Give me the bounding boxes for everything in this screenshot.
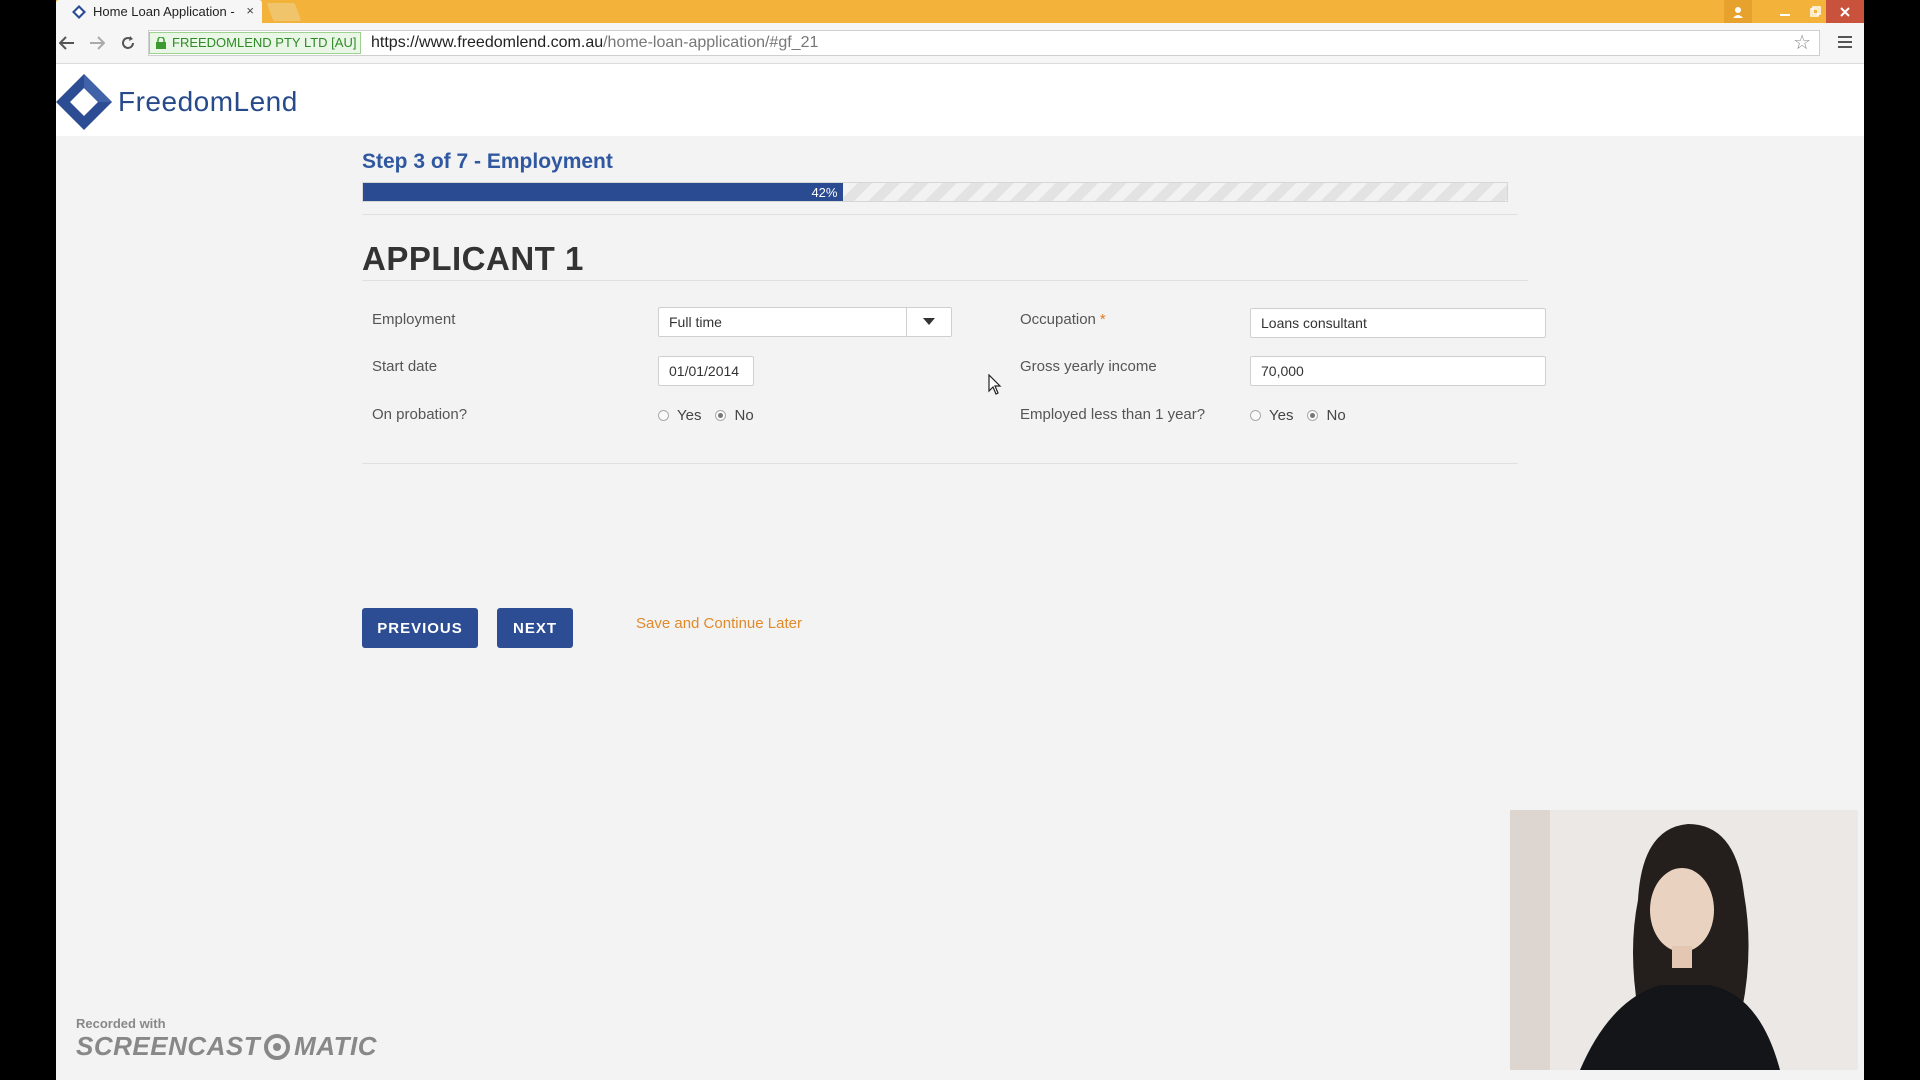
user-icon[interactable] [1724,0,1752,23]
watermark-line2: SCREENCAST MATIC [76,1031,377,1062]
new-tab-button[interactable] [266,3,302,21]
url-path: /home-loan-application/#gf_21 [603,34,819,51]
occupation-input[interactable]: Loans consultant [1250,308,1546,338]
save-continue-later-link[interactable]: Save and Continue Later [636,615,802,632]
progress-percent: 42% [811,185,838,200]
ev-certificate-badge[interactable]: FREEDOMLEND PTY LTD [AU] [149,32,362,54]
probation-no-label[interactable]: No [734,407,753,424]
occupation-label-text: Occupation [1020,311,1096,328]
less-than-year-yes-label[interactable]: Yes [1269,407,1293,424]
freedomlend-logo-icon[interactable] [56,72,116,132]
required-marker: * [1099,311,1106,328]
divider [362,214,1518,215]
close-window-icon[interactable] [1826,0,1864,23]
progress-fill: 42% [363,183,844,201]
start-date-label: Start date [372,358,438,375]
hamburger-menu-icon[interactable] [1838,32,1858,54]
gross-income-input[interactable]: 70,000 [1250,356,1546,386]
freedomlend-favicon-icon [72,4,86,19]
screencast-o-matic-watermark: Recorded with SCREENCAST MATIC [76,1016,377,1062]
progress-bar: 42% [362,182,1508,202]
address-bar[interactable]: FREEDOMLEND PTY LTD [AU] https://www.fre… [148,30,1820,56]
bookmark-star-icon[interactable]: ☆ [1793,31,1811,55]
start-date-input[interactable]: 01/01/2014 [658,356,754,386]
tab-close-icon[interactable]: × [246,3,254,18]
less-than-year-yes-radio[interactable] [1250,410,1261,421]
employment-select[interactable]: Full time [658,307,952,337]
url-text[interactable]: https://www.freedomlend.com.au/home-loan… [371,34,818,52]
forward-arrow-icon[interactable] [86,32,108,54]
watermark-screencast: SCREENCAST [76,1031,261,1061]
lock-icon [156,37,166,49]
mouse-cursor-icon [988,374,1002,395]
site-header: FreedomLend [56,64,1864,136]
probation-yes-label[interactable]: Yes [677,407,701,424]
employment-label: Employment [372,311,456,328]
less-than-year-no-label[interactable]: No [1326,407,1345,424]
probation-label: On probation? [372,406,468,423]
presenter-image [1510,810,1858,1070]
back-arrow-icon[interactable] [56,32,78,54]
url-host: https://www.freedomlend.com.au [371,34,604,51]
chevron-down-icon[interactable] [906,308,951,336]
probation-no-radio[interactable] [715,410,727,421]
watermark-line1: Recorded with [76,1016,166,1031]
employed-less-than-year-label: Employed less than 1 year? [1020,406,1206,423]
browser-tab[interactable]: Home Loan Application - × [56,0,262,23]
gross-income-label: Gross yearly income [1020,358,1157,375]
record-circle-icon [264,1033,291,1060]
title-bar: Home Loan Application - × [56,0,1864,23]
next-button[interactable]: NEXT [497,608,573,648]
probation-yes-radio[interactable] [658,410,669,421]
reload-icon[interactable] [117,32,139,54]
tab-title: Home Loan Application - [93,4,235,19]
webcam-overlay [1510,810,1858,1070]
browser-toolbar: FREEDOMLEND PTY LTD [AU] https://www.fre… [56,23,1864,64]
divider [362,280,1528,281]
step-title: Step 3 of 7 - Employment [362,150,613,173]
employment-value: Full time [669,314,722,330]
divider [362,463,1518,464]
previous-button[interactable]: PREVIOUS [362,608,478,648]
minimize-icon[interactable] [1768,0,1802,23]
less-than-year-no-radio[interactable] [1307,410,1319,421]
employed-less-than-year-radio-group: Yes No [1250,407,1360,424]
brand-name[interactable]: FreedomLend [118,86,298,118]
ev-label: FREEDOMLEND PTY LTD [AU] [172,35,357,50]
occupation-label: Occupation * [1020,311,1106,328]
watermark-matic: MATIC [294,1031,378,1061]
probation-radio-group: Yes No [658,407,768,424]
applicant-heading: APPLICANT 1 [362,240,584,277]
